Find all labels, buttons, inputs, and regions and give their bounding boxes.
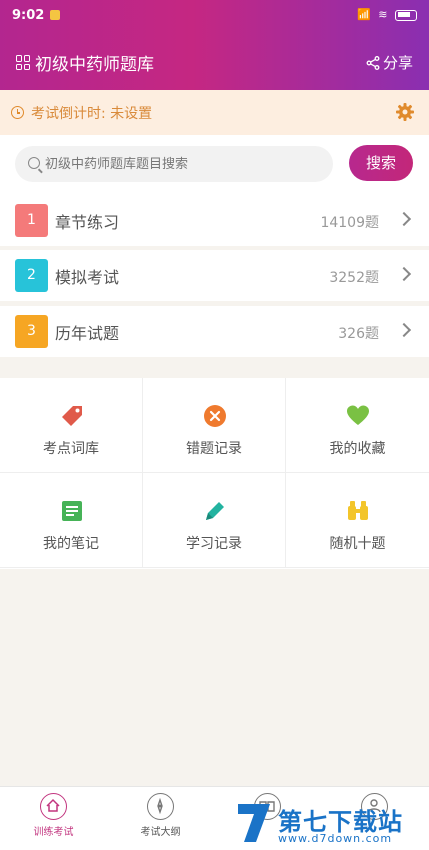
compass-icon — [147, 793, 174, 820]
list-index-badge: 2 — [15, 259, 48, 292]
list-item-label: 章节练习 — [55, 213, 120, 232]
grid-item-label: 我的笔记 — [43, 536, 99, 552]
list-item[interactable]: 3 历年试题 326题 — [0, 306, 429, 357]
watermark-url: www.d7down.com — [278, 832, 393, 845]
grid-item-label: 学习记录 — [186, 536, 242, 552]
list-item[interactable]: 2 模拟考试 3252题 — [0, 250, 429, 301]
search-box[interactable] — [15, 146, 333, 182]
grid-item-tag[interactable]: 考点词库 — [0, 378, 143, 473]
search-area: 搜索 — [0, 135, 429, 195]
home-icon — [40, 793, 67, 820]
list-item-count: 14109题 — [320, 215, 379, 231]
grid-item-binoculars[interactable]: 随机十题 — [286, 473, 429, 568]
tag-icon — [59, 403, 85, 429]
exam-countdown-bar[interactable]: 考试倒计时: 未设置 — [0, 90, 429, 135]
grid-item-x-circle[interactable]: 错题记录 — [143, 378, 286, 473]
grid-item-label: 我的收藏 — [329, 441, 386, 457]
title-row: 初级中药师题库 分享 — [0, 44, 429, 80]
battery-icon — [395, 9, 417, 21]
list-item-count: 326题 — [338, 326, 379, 342]
tab-label: 考试大纲 — [140, 827, 181, 838]
list-index-badge: 1 — [15, 204, 48, 237]
chevron-right-icon — [396, 322, 412, 338]
grid-item-pencil[interactable]: 学习记录 — [143, 473, 286, 568]
wifi-icon: ≋ — [378, 8, 390, 21]
notification-icon — [50, 10, 60, 20]
status-icons: 📶 ≋ — [357, 8, 417, 21]
x-circle-icon — [202, 403, 228, 429]
grid-item-heart[interactable]: 我的收藏 — [286, 378, 429, 473]
grid-item-label: 随机十题 — [329, 536, 386, 552]
heart-icon — [345, 403, 371, 429]
grid-item-label: 考点词库 — [43, 441, 99, 457]
signal-icon: 📶 — [357, 8, 373, 21]
search-input[interactable] — [45, 146, 325, 182]
status-bar: 9:02 📶 ≋ — [0, 0, 429, 32]
search-button[interactable]: 搜索 — [349, 145, 413, 181]
feature-grid: 考点词库 错题记录 我的收藏我的笔记 学习记录 随机十题 — [0, 378, 429, 569]
page-title: 初级中药师题库 — [16, 50, 154, 75]
watermark: 第七下载站 www.d7down.com — [234, 800, 424, 848]
grid-item-label: 错题记录 — [186, 441, 242, 457]
gear-icon[interactable] — [395, 102, 415, 122]
list-item-label: 历年试题 — [55, 324, 120, 343]
list-item-count: 3252题 — [329, 270, 379, 286]
binoculars-icon — [345, 498, 371, 524]
pencil-icon — [202, 498, 228, 524]
clock-icon — [11, 106, 24, 119]
list-item[interactable]: 1 章节练习 14109题 — [0, 195, 429, 246]
tab-compass[interactable]: 考试大纲 — [107, 787, 214, 850]
note-icon — [59, 498, 85, 524]
share-icon — [366, 55, 380, 70]
chevron-right-icon — [396, 266, 412, 282]
grid-item-note[interactable]: 我的笔记 — [0, 473, 143, 568]
share-label: 分享 — [382, 54, 413, 72]
watermark-logo — [238, 804, 270, 842]
search-icon — [28, 157, 40, 169]
list-index-badge: 3 — [15, 315, 48, 348]
status-time: 9:02 — [12, 8, 45, 23]
chevron-right-icon — [396, 211, 412, 227]
tab-home[interactable]: 训练考试 — [0, 787, 107, 850]
list-item-label: 模拟考试 — [55, 268, 120, 287]
page-title-text: 初级中药师题库 — [35, 55, 154, 75]
apps-grid-icon[interactable] — [16, 55, 31, 70]
app-header: 9:02 📶 ≋ 初级中药师题库 分享 — [0, 0, 429, 90]
countdown-text: 考试倒计时: 未设置 — [31, 106, 153, 122]
share-button[interactable]: 分享 — [366, 52, 413, 73]
tab-label: 训练考试 — [33, 827, 74, 838]
